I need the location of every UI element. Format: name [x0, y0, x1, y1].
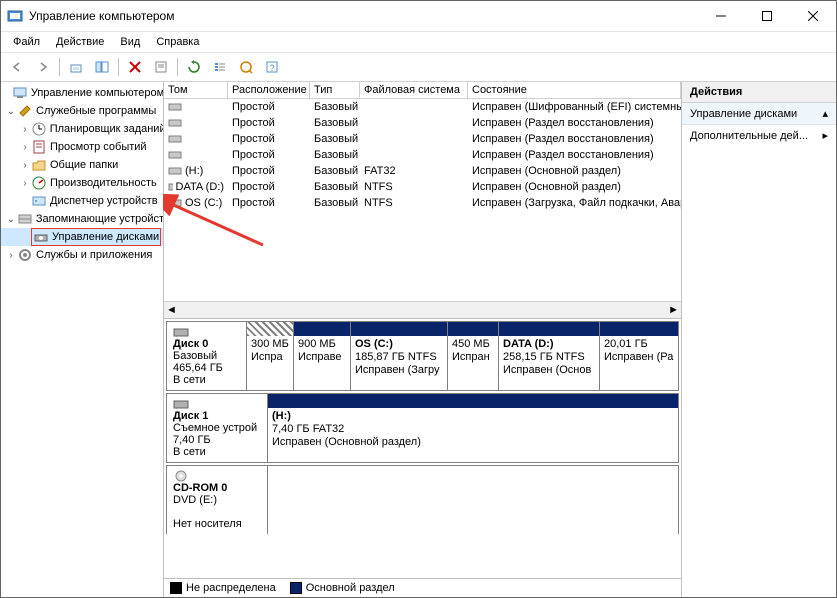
tree-events[interactable]: Просмотр событий [50, 141, 147, 153]
list-button[interactable] [208, 55, 232, 79]
legend: Не распределена Основной раздел [164, 578, 681, 597]
help-button[interactable]: ? [260, 55, 284, 79]
table-row[interactable]: DATA (D:)ПростойБазовыйNTFSИсправен (Осн… [164, 179, 681, 195]
forward-button[interactable] [31, 55, 55, 79]
partition[interactable]: (H:)7,40 ГБ FAT32Исправен (Основной разд… [268, 394, 678, 462]
nav-tree[interactable]: Управление компьютером (л ⌄ Служебные про… [1, 82, 164, 597]
column-headers: Том Расположение Тип Файловая система Со… [164, 82, 681, 99]
volume-list[interactable]: Том Расположение Тип Файловая система Со… [164, 82, 681, 319]
actions-context[interactable]: Управление дисками▴ [682, 103, 836, 125]
collapse-icon[interactable]: ⌄ [5, 106, 17, 117]
expand-icon[interactable]: › [19, 142, 31, 153]
tree-shared[interactable]: Общие папки [50, 159, 118, 171]
actions-more[interactable]: Дополнительные дей...▸ [682, 125, 836, 146]
app-icon [7, 8, 23, 24]
chevron-right-icon: ▸ [822, 129, 828, 142]
disk-row[interactable]: Диск 0 Базовый 465,64 ГБ В сети 300 МБИс… [166, 321, 679, 391]
table-row[interactable]: (H:)ПростойБазовыйFAT32Исправен (Основно… [164, 163, 681, 179]
disk-row[interactable]: CD-ROM 0 DVD (E:) Нет носителя [166, 465, 679, 534]
table-row[interactable]: ПростойБазовыйИсправен (Раздел восстанов… [164, 131, 681, 147]
storage-icon [17, 211, 33, 227]
disk-map[interactable]: Диск 0 Базовый 465,64 ГБ В сети 300 МБИс… [164, 319, 681, 578]
disk-icon [173, 398, 261, 410]
devmgr-icon [31, 193, 47, 209]
up-button[interactable] [64, 55, 88, 79]
delete-button[interactable] [123, 55, 147, 79]
swatch-primary [290, 582, 302, 594]
back-button[interactable] [5, 55, 29, 79]
actions-pane: Действия Управление дисками▴ Дополнитель… [682, 82, 836, 597]
menu-action[interactable]: Действие [50, 34, 110, 50]
partition[interactable]: 900 МБИсправе [294, 322, 351, 390]
chevron-up-icon: ▴ [822, 107, 828, 120]
disk-label[interactable]: Диск 1 Съемное устрой 7,40 ГБ В сети [167, 394, 268, 462]
maximize-button[interactable] [744, 1, 790, 31]
close-button[interactable] [790, 1, 836, 31]
volume-icon [168, 166, 182, 176]
table-row[interactable]: ПростойБазовыйИсправен (Шифрованный (EFI… [164, 99, 681, 115]
window-title: Управление компьютером [29, 9, 698, 23]
disk-row[interactable]: Диск 1 Съемное устрой 7,40 ГБ В сети (H:… [166, 393, 679, 463]
actions-header: Действия [682, 82, 836, 103]
disk-label[interactable]: Диск 0 Базовый 465,64 ГБ В сети [167, 322, 247, 390]
shared-icon [31, 157, 47, 173]
detail-button[interactable] [234, 55, 258, 79]
partition[interactable]: 20,01 ГБИсправен (Ра [600, 322, 678, 390]
titlebar: Управление компьютером [1, 1, 836, 32]
col-layout[interactable]: Расположение [228, 82, 310, 98]
volume-icon [168, 134, 182, 144]
expand-icon[interactable]: › [19, 160, 31, 171]
tools-icon [17, 103, 33, 119]
tree-devmgr[interactable]: Диспетчер устройств [50, 195, 158, 207]
minimize-button[interactable] [698, 1, 744, 31]
properties-button[interactable] [149, 55, 173, 79]
horizontal-scrollbar[interactable]: ◄► [164, 301, 681, 318]
tree-services[interactable]: Службы и приложения [36, 249, 152, 261]
swatch-unallocated [170, 582, 182, 594]
tree-storage[interactable]: Запоминающие устройст [36, 213, 163, 225]
menubar: Файл Действие Вид Справка [1, 32, 836, 53]
table-row[interactable]: OS (C:)ПростойБазовыйNTFSИсправен (Загру… [164, 195, 681, 211]
disk-icon [173, 326, 240, 338]
table-row[interactable]: ПростойБазовыйИсправен (Раздел восстанов… [164, 115, 681, 131]
col-fs[interactable]: Файловая система [360, 82, 468, 98]
volume-icon [168, 118, 182, 128]
tree-tools[interactable]: Служебные программы [36, 105, 156, 117]
computer-icon [12, 85, 28, 101]
partition[interactable]: DATA (D:)258,15 ГБ NTFSИсправен (Основ [499, 322, 600, 390]
diskmgmt-icon [33, 229, 49, 245]
volume-icon [168, 150, 182, 160]
expand-icon[interactable]: › [19, 178, 31, 189]
volume-icon [168, 102, 182, 112]
scheduler-icon [31, 121, 47, 137]
tree-diskmgmt[interactable]: Управление дисками [1, 228, 163, 246]
collapse-icon[interactable]: ⌄ [5, 214, 17, 225]
disk-label[interactable]: CD-ROM 0 DVD (E:) Нет носителя [167, 466, 268, 534]
partition[interactable]: 300 МБИспра [247, 322, 294, 390]
tree-root[interactable]: Управление компьютером (л [31, 87, 163, 99]
tree-perf[interactable]: Производительность [50, 177, 157, 189]
col-status[interactable]: Состояние [468, 82, 681, 98]
perf-icon [31, 175, 47, 191]
toolbar: ? [1, 53, 836, 82]
volume-icon [168, 182, 173, 192]
partition[interactable]: OS (C:)185,87 ГБ NTFSИсправен (Загру [351, 322, 448, 390]
menu-help[interactable]: Справка [150, 34, 205, 50]
expand-icon[interactable]: › [19, 124, 31, 135]
volume-icon [168, 198, 182, 208]
col-volume[interactable]: Том [164, 82, 228, 98]
col-type[interactable]: Тип [310, 82, 360, 98]
services-icon [17, 247, 33, 263]
cdrom-icon [173, 470, 261, 482]
events-icon [31, 139, 47, 155]
menu-file[interactable]: Файл [7, 34, 46, 50]
menu-view[interactable]: Вид [114, 34, 146, 50]
expand-icon[interactable]: › [5, 250, 17, 261]
partition[interactable]: 450 МБИспран [448, 322, 499, 390]
refresh-button[interactable] [182, 55, 206, 79]
table-row[interactable]: ПростойБазовыйИсправен (Раздел восстанов… [164, 147, 681, 163]
tree-scheduler[interactable]: Планировщик заданий [50, 123, 163, 135]
svg-text:?: ? [269, 63, 274, 73]
show-hide-button[interactable] [90, 55, 114, 79]
